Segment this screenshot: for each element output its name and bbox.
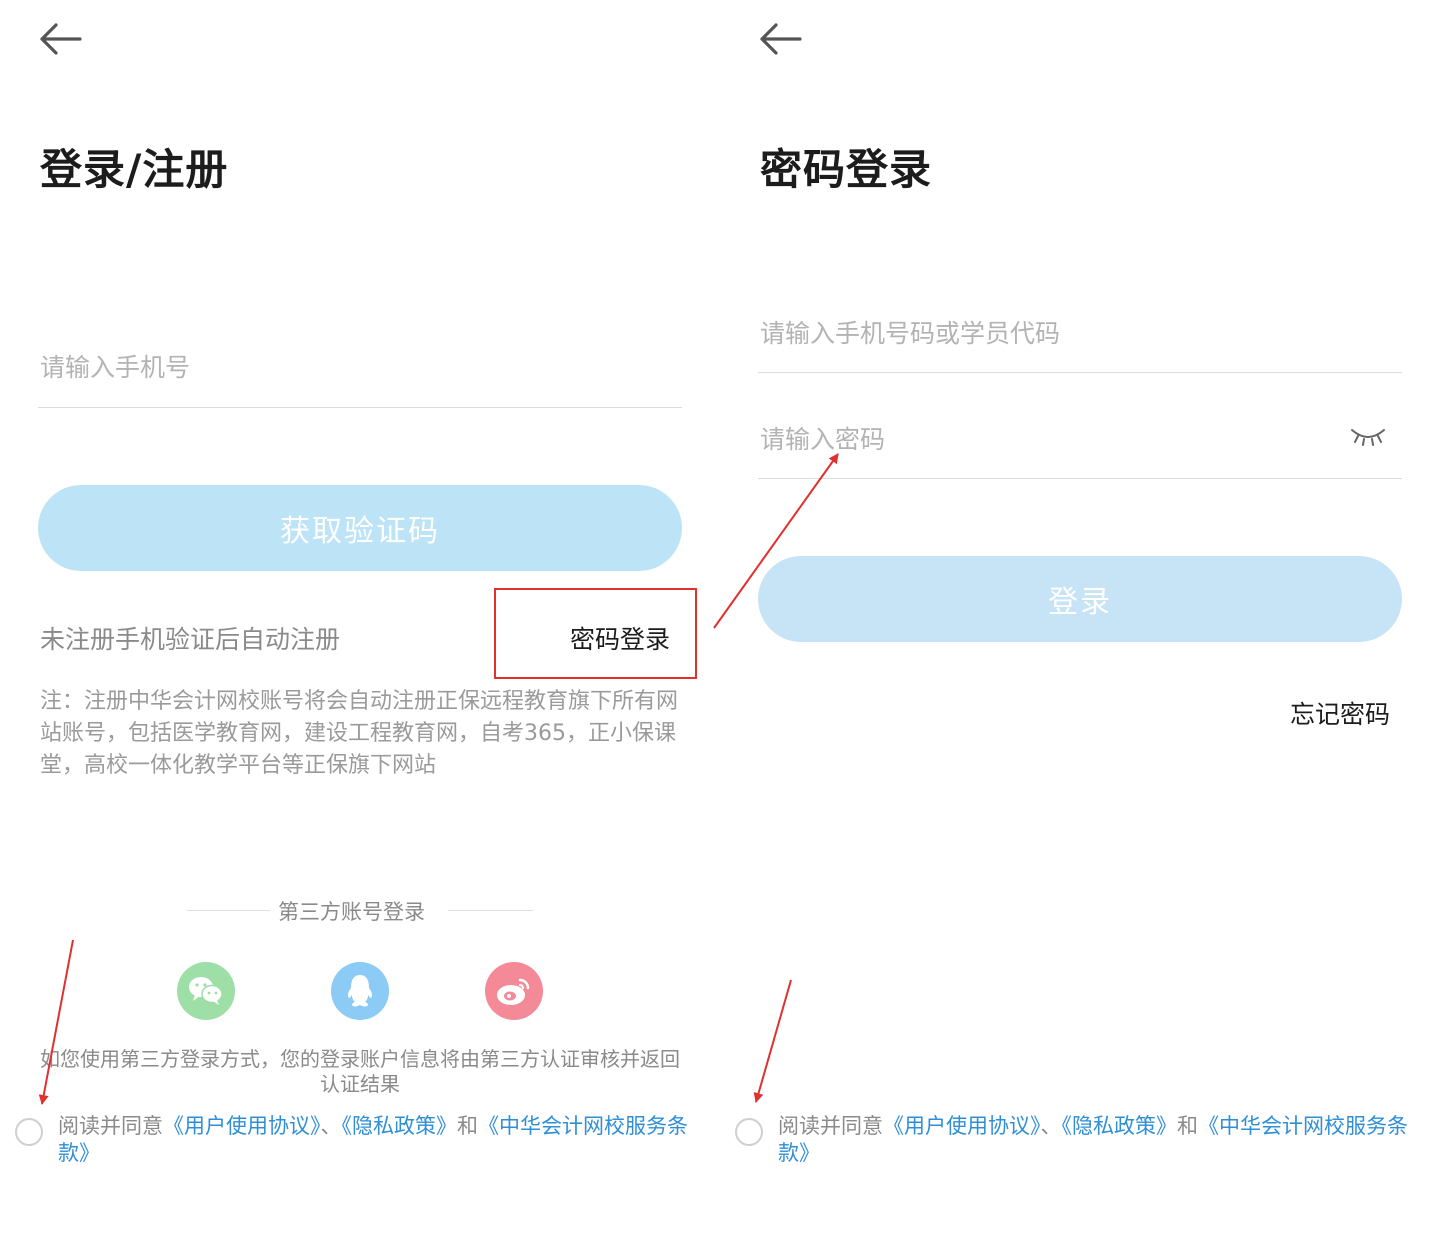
- get-code-button[interactable]: 获取验证码: [38, 485, 682, 571]
- user-agreement-link[interactable]: 《用户使用协议》: [163, 1114, 321, 1138]
- agree-checkbox[interactable]: [15, 1118, 43, 1146]
- divider-right: [448, 910, 533, 911]
- agreement-text: 阅读并同意《用户使用协议》、《隐私政策》和《中华会计网校服务条款》: [778, 1113, 1408, 1167]
- password-input-underline: [758, 478, 1402, 479]
- weibo-icon[interactable]: [485, 962, 543, 1020]
- agree-separator: 、: [320, 1114, 342, 1138]
- forgot-password-link[interactable]: 忘记密码: [1290, 695, 1390, 731]
- annotation-arrow-right-checkbox: [753, 979, 792, 1103]
- agree-separator: 、: [1040, 1114, 1062, 1138]
- divider-left: [187, 910, 270, 911]
- qq-icon[interactable]: [331, 962, 389, 1020]
- third-party-title: 第三方账号登录: [278, 900, 425, 924]
- wechat-icon[interactable]: [177, 962, 235, 1020]
- page-title: 登录/注册: [40, 145, 229, 194]
- auto-register-text: 未注册手机验证后自动注册: [40, 625, 341, 654]
- privacy-policy-link[interactable]: 《隐私政策》: [342, 1114, 458, 1138]
- back-arrow-icon[interactable]: [758, 22, 802, 56]
- eye-closed-icon[interactable]: [1350, 424, 1386, 446]
- account-input-underline: [758, 372, 1402, 373]
- phone-input-underline: [38, 407, 682, 408]
- agree-and: 和: [1177, 1114, 1198, 1138]
- password-input[interactable]: 请输入密码: [760, 420, 885, 456]
- third-party-notice: 如您使用第三方登录方式，您的登录账户信息将由第三方认证审核并返回认证结果: [40, 1047, 680, 1096]
- agree-and: 和: [457, 1114, 478, 1138]
- agreement-text: 阅读并同意《用户使用协议》、《隐私政策》和《中华会计网校服务条款》: [58, 1113, 688, 1167]
- page-title: 密码登录: [760, 145, 933, 194]
- phone-input[interactable]: 请输入手机号: [40, 348, 190, 384]
- back-arrow-icon[interactable]: [38, 22, 82, 56]
- agree-checkbox[interactable]: [735, 1118, 763, 1146]
- registration-note: 注：注册中华会计网校账号将会自动注册正保远程教育旗下所有网站账号，包括医学教育网…: [40, 689, 679, 778]
- agree-prefix: 阅读并同意: [58, 1114, 163, 1138]
- privacy-policy-link[interactable]: 《隐私政策》: [1062, 1114, 1178, 1138]
- password-login-link[interactable]: 密码登录: [570, 620, 670, 656]
- account-input[interactable]: 请输入手机号码或学员代码: [760, 314, 1060, 350]
- user-agreement-link[interactable]: 《用户使用协议》: [883, 1114, 1041, 1138]
- login-button[interactable]: 登录: [758, 556, 1402, 642]
- agree-prefix: 阅读并同意: [778, 1114, 883, 1138]
